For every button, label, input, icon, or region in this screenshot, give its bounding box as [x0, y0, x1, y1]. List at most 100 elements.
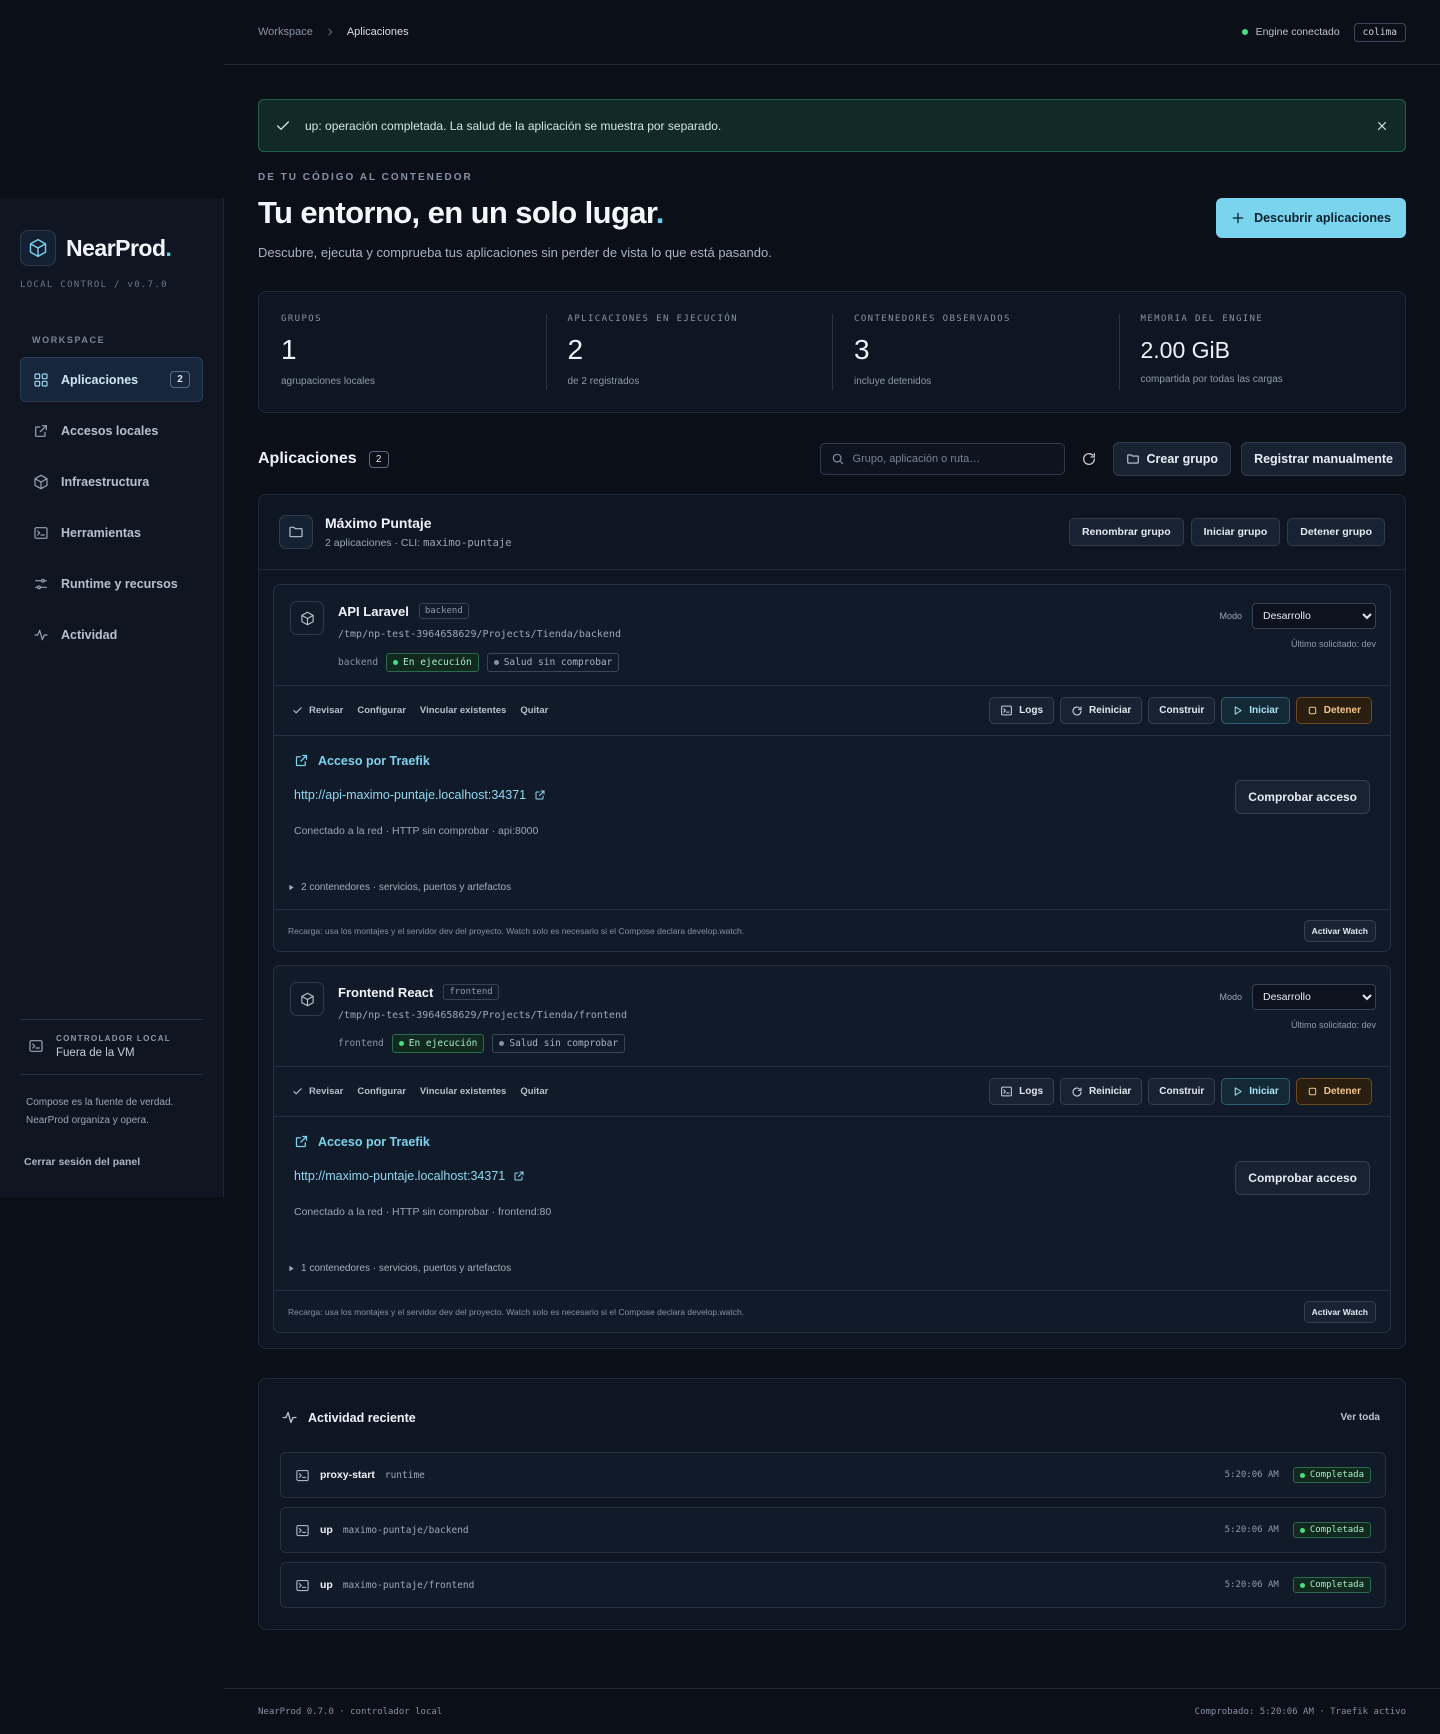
- app-group: Máximo Puntaje 2 aplicaciones · CLI: max…: [258, 494, 1406, 1349]
- stop-label: Detener: [1323, 1086, 1361, 1097]
- running-badge: En ejecución: [386, 653, 479, 672]
- activity-row[interactable]: up maximo-puntaje/frontend 5:20:06 AM Co…: [280, 1562, 1386, 1608]
- restart-button[interactable]: Reiniciar: [1060, 697, 1143, 724]
- external-link-icon: [295, 754, 308, 767]
- stat-running-apps: APLICACIONES EN EJECUCIÓN 2 de 2 registr…: [545, 314, 833, 390]
- remove-button[interactable]: Quitar: [520, 705, 548, 716]
- app-path: /tmp/np-test-3964658629/Projects/Tienda/…: [338, 629, 621, 640]
- traefik-access: Acceso por Traefik http://maximo-puntaje…: [274, 1117, 1390, 1291]
- app-actions-bar: Revisar Configurar Vincular existentes Q…: [274, 686, 1390, 736]
- check-access-button[interactable]: Comprobar acceso: [1235, 1161, 1370, 1195]
- see-all-link[interactable]: Ver toda: [1341, 1412, 1380, 1423]
- activate-watch-button[interactable]: Activar Watch: [1303, 1300, 1376, 1323]
- breadcrumb-root[interactable]: Workspace: [258, 26, 313, 38]
- activity-row[interactable]: up maximo-puntaje/backend 5:20:06 AM Com…: [280, 1507, 1386, 1553]
- mode-control: Modo Desarrollo: [1219, 984, 1376, 1010]
- create-group-label: Crear grupo: [1146, 452, 1219, 466]
- access-url-link[interactable]: http://api-maximo-puntaje.localhost:3437…: [294, 788, 546, 802]
- rename-group-button[interactable]: Renombrar grupo: [1068, 518, 1184, 546]
- cube-icon: [290, 601, 324, 635]
- containers-toggle[interactable]: 2 contenedores · servicios, puertos y ar…: [288, 882, 511, 893]
- check-icon: [293, 707, 302, 714]
- close-icon[interactable]: [1375, 119, 1389, 133]
- start-group-button[interactable]: Iniciar grupo: [1190, 518, 1281, 546]
- external-link-icon: [35, 424, 47, 437]
- app-tag: backend: [418, 603, 469, 619]
- start-button[interactable]: Iniciar: [1221, 697, 1290, 724]
- access-url-link[interactable]: http://maximo-puntaje.localhost:34371: [294, 1169, 525, 1183]
- register-manual-button[interactable]: Registrar manualmente: [1241, 442, 1406, 476]
- brand[interactable]: NearProd.: [20, 230, 172, 266]
- review-button[interactable]: Revisar: [292, 705, 343, 716]
- logs-label: Logs: [1019, 705, 1044, 716]
- app-status-row: frontend En ejecución Salud sin comproba…: [338, 1034, 626, 1053]
- status-badge: Completada: [1292, 1522, 1371, 1538]
- configure-button[interactable]: Configurar: [357, 705, 406, 716]
- mode-label: Modo: [1219, 611, 1242, 621]
- running-text: En ejecución: [403, 657, 472, 668]
- controller-status: CONTROLADOR LOCAL Fuera de la VM: [28, 1034, 171, 1059]
- page-footer: NearProd 0.7.0 · controlador local Compr…: [224, 1688, 1440, 1734]
- sidebar-divider: [20, 1019, 203, 1020]
- link-existing-button[interactable]: Vincular existentes: [420, 1086, 506, 1097]
- sidebar-item-accesos[interactable]: Accesos locales: [20, 408, 203, 453]
- activity-row[interactable]: proxy-start runtime 5:20:06 AM Completad…: [280, 1452, 1386, 1498]
- search-icon: [832, 453, 843, 465]
- discover-apps-button[interactable]: Descubrir aplicaciones: [1216, 198, 1406, 238]
- sidebar-item-herramientas[interactable]: Herramientas: [20, 510, 203, 555]
- restart-button[interactable]: Reiniciar: [1060, 1078, 1143, 1105]
- stop-label: Detener: [1323, 705, 1361, 716]
- app-service: frontend: [338, 1038, 384, 1049]
- stop-button[interactable]: Detener: [1295, 1078, 1372, 1105]
- access-title: Acceso por Traefik: [318, 1134, 430, 1149]
- alert-message: up: operación completada. La salud de la…: [305, 118, 722, 133]
- review-button[interactable]: Revisar: [292, 1086, 343, 1097]
- app-header: Frontend React frontend /tmp/np-test-396…: [274, 966, 1390, 1067]
- external-link-icon: [514, 1171, 524, 1181]
- mode-select[interactable]: Desarrollo: [1252, 984, 1376, 1010]
- stop-group-button[interactable]: Detener grupo: [1287, 518, 1385, 546]
- terminal-icon: [29, 1040, 43, 1052]
- create-group-button[interactable]: Crear grupo: [1112, 442, 1232, 476]
- build-button[interactable]: Construir: [1148, 697, 1216, 724]
- folder-icon: [1126, 454, 1139, 464]
- logs-button[interactable]: Logs: [989, 697, 1055, 724]
- refresh-button[interactable]: [1075, 445, 1103, 473]
- link-existing-button[interactable]: Vincular existentes: [420, 705, 506, 716]
- activity-target: runtime: [384, 1469, 425, 1481]
- mode-select[interactable]: Desarrollo: [1252, 603, 1376, 629]
- configure-button[interactable]: Configurar: [357, 1086, 406, 1097]
- activity-list: proxy-start runtime 5:20:06 AM Completad…: [280, 1452, 1386, 1617]
- sidebar-item-aplicaciones[interactable]: Aplicaciones 2: [20, 357, 203, 402]
- check-access-button[interactable]: Comprobar acceso: [1235, 780, 1370, 814]
- review-label: Revisar: [309, 705, 344, 716]
- stat-label: GRUPOS: [281, 314, 322, 324]
- apps-section-header: Aplicaciones 2 Crear grupo Registrar man…: [258, 442, 1406, 476]
- sidebar-item-actividad[interactable]: Actividad: [20, 612, 203, 657]
- stop-button[interactable]: Detener: [1295, 697, 1372, 724]
- sidebar-item-infraestructura[interactable]: Infraestructura: [20, 459, 203, 504]
- sidebar-item-label: Runtime y recursos: [61, 576, 178, 591]
- app-name: API Laravel: [338, 603, 409, 619]
- logout-link[interactable]: Cerrar sesión del panel: [24, 1156, 140, 1168]
- build-button[interactable]: Construir: [1148, 1078, 1216, 1105]
- remove-button[interactable]: Quitar: [520, 1086, 548, 1097]
- sidebar-item-runtime[interactable]: Runtime y recursos: [20, 561, 203, 606]
- start-button[interactable]: Iniciar: [1221, 1078, 1290, 1105]
- activate-watch-button[interactable]: Activar Watch: [1303, 919, 1376, 942]
- app-path: /tmp/np-test-3964658629/Projects/Tienda/…: [338, 1010, 627, 1021]
- logs-button[interactable]: Logs: [989, 1078, 1055, 1105]
- search-input[interactable]: [852, 453, 1053, 465]
- app-footer: Recarga: usa los montajes y el servidor …: [274, 1291, 1390, 1332]
- status-dot: [493, 660, 499, 665]
- health-badge: Salud sin comprobar: [492, 1034, 626, 1053]
- engine-status: Engine conectado: [1241, 26, 1340, 38]
- footer-left: NearProd 0.7.0 · controlador local: [258, 1706, 443, 1717]
- group-meta: 2 aplicaciones · CLI:: [325, 537, 421, 549]
- hero-title-dot: .: [655, 195, 665, 230]
- health-text: Salud sin comprobar: [509, 1038, 619, 1049]
- status-badge: Completada: [1292, 1577, 1371, 1593]
- containers-toggle[interactable]: 1 contenedores · servicios, puertos y ar…: [288, 1263, 511, 1274]
- stat-foot: compartida por todas las cargas: [1140, 374, 1283, 385]
- activity-name: up: [320, 1579, 333, 1591]
